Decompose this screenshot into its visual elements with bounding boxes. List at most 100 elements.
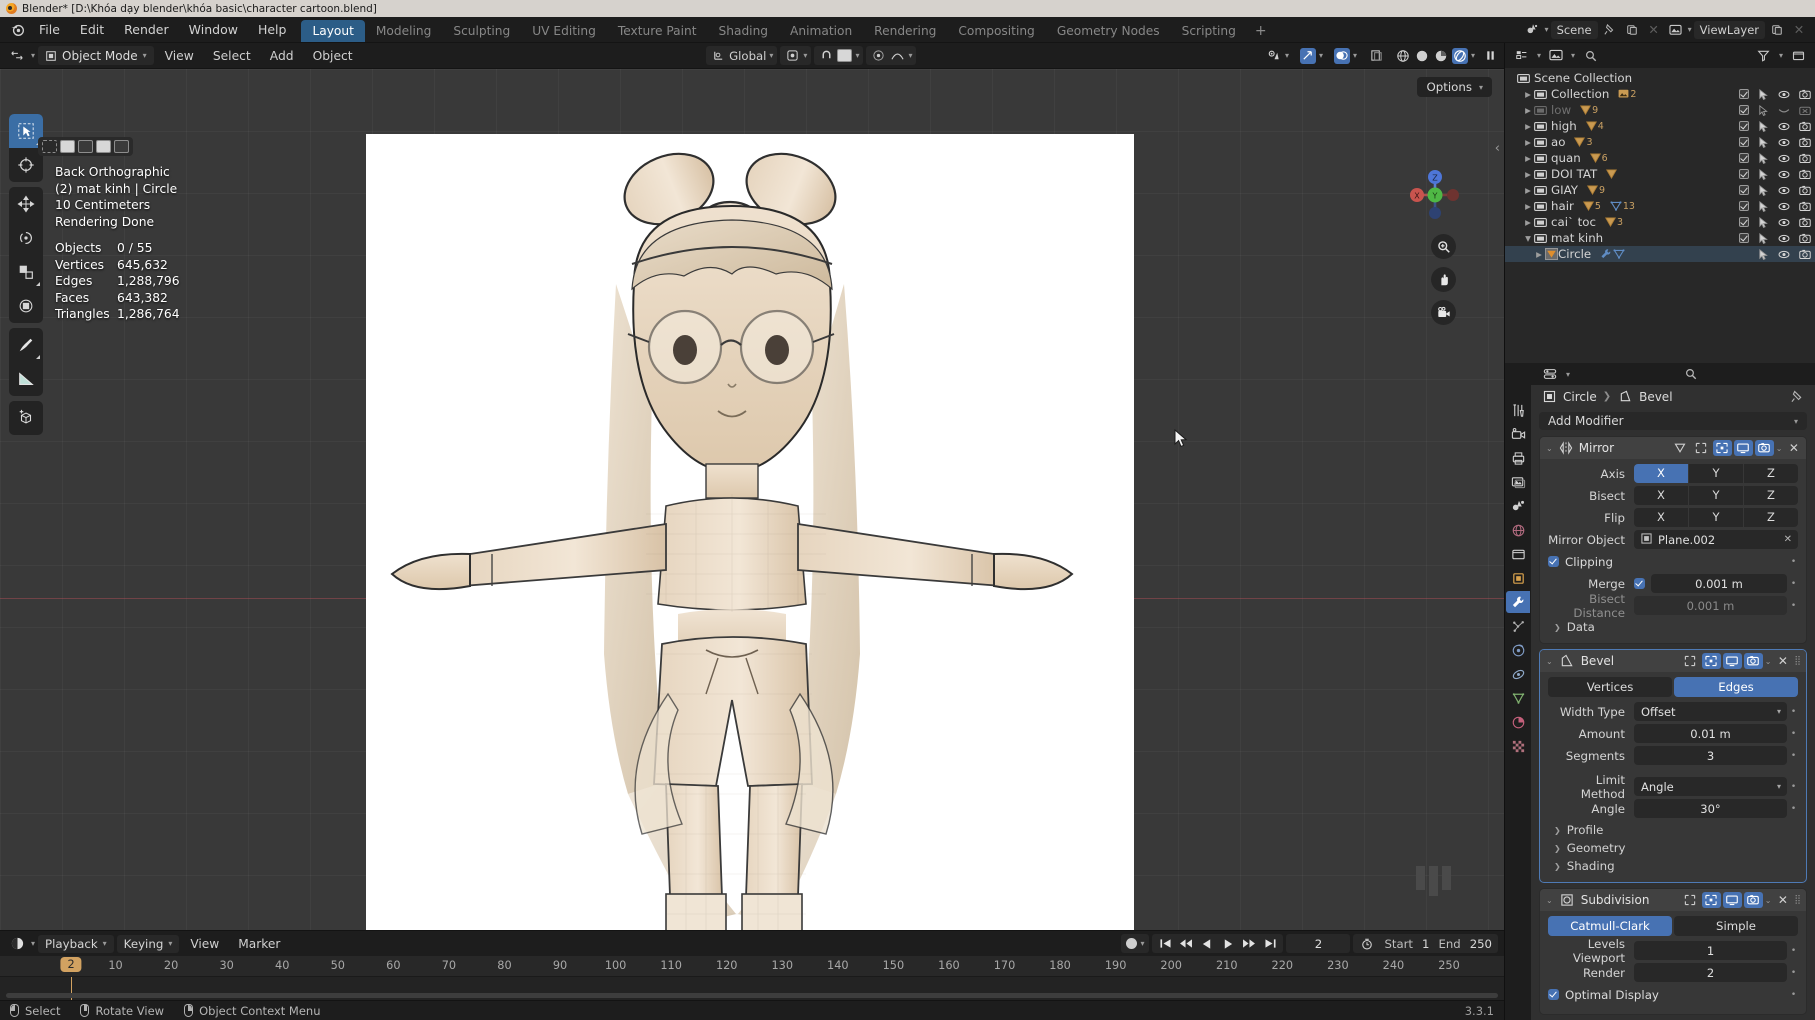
modifier-edit-mode-icon[interactable] — [1712, 440, 1732, 456]
current-frame-field[interactable]: 2 — [1286, 934, 1351, 953]
disable-in-render-icon[interactable] — [1799, 233, 1811, 244]
animate-property-dot[interactable]: • — [1789, 968, 1798, 978]
viewport-options-button[interactable]: Options ▾ — [1417, 77, 1492, 97]
mode-option[interactable]: Edges — [1674, 677, 1798, 697]
hide-in-viewport-icon[interactable] — [1778, 137, 1790, 148]
pan-view-icon[interactable] — [1431, 267, 1456, 292]
new-scene-icon[interactable] — [1622, 20, 1642, 40]
modifier-realtime-icon[interactable] — [1733, 440, 1753, 456]
modifier-render-icon[interactable] — [1743, 892, 1763, 908]
next-keyframe-button[interactable] — [1239, 935, 1259, 952]
tab-object[interactable] — [1506, 567, 1530, 589]
modifier-render-icon[interactable] — [1754, 440, 1774, 456]
exclude-checkbox[interactable] — [1739, 217, 1749, 227]
viewport-menu-view[interactable]: View — [157, 43, 202, 69]
viewlayer-browse-icon[interactable] — [1666, 20, 1686, 40]
interaction-mode-select[interactable]: Object Mode ▾ — [38, 46, 154, 65]
exclude-checkbox[interactable] — [1739, 153, 1749, 163]
expand-arrow[interactable]: ▶ — [1522, 170, 1534, 179]
property-value-field[interactable]: 30° — [1634, 799, 1787, 818]
modifier-extras-caret-icon[interactable]: ⌄ — [1765, 896, 1772, 905]
wireframe-shading-icon[interactable] — [1395, 48, 1411, 64]
disable-in-render-icon[interactable] — [1799, 137, 1811, 148]
outliner-row[interactable]: ▼ mat kinh — [1505, 230, 1815, 246]
modifier-render-icon[interactable] — [1743, 653, 1763, 669]
pin-scene-icon[interactable] — [1600, 20, 1620, 40]
axis-option[interactable]: Z — [1744, 508, 1798, 527]
keying-menu[interactable]: Keying ▾ — [116, 934, 180, 953]
viewlayer-caret-icon[interactable]: ▾ — [1688, 25, 1692, 34]
add-workspace-button[interactable]: + — [1247, 20, 1275, 42]
axis-option[interactable]: X — [1634, 508, 1688, 527]
selectable-icon[interactable] — [1758, 216, 1769, 228]
mode-option[interactable]: Catmull-Clark — [1548, 916, 1672, 936]
hide-in-viewport-icon[interactable] — [1778, 249, 1790, 260]
hide-in-viewport-icon[interactable] — [1778, 89, 1790, 100]
modifier-show-on-cage-icon[interactable] — [1692, 440, 1711, 456]
jump-to-end-button[interactable] — [1260, 935, 1280, 952]
rendered-shading-icon[interactable] — [1452, 47, 1468, 64]
show-overlays-icon[interactable] — [1333, 47, 1350, 64]
modifier-realtime-icon[interactable] — [1722, 892, 1742, 908]
selectable-icon[interactable] — [1758, 120, 1769, 132]
measure-tool[interactable] — [9, 362, 43, 396]
menu-render[interactable]: Render — [115, 17, 178, 43]
tab-constraints[interactable] — [1506, 663, 1530, 685]
animate-property-dot[interactable]: • — [1789, 804, 1798, 814]
tab-material[interactable] — [1506, 711, 1530, 733]
animate-property-dot[interactable]: • — [1789, 751, 1798, 761]
outliner-display-mode-icon[interactable] — [1545, 45, 1567, 67]
select-new-icon[interactable] — [42, 140, 57, 153]
tab-geometry-nodes[interactable]: Geometry Nodes — [1046, 20, 1171, 42]
animate-property-dot[interactable]: • — [1789, 946, 1798, 956]
select-invert-icon[interactable] — [96, 140, 111, 153]
property-dropdown[interactable]: Offset ▾ — [1634, 702, 1787, 721]
expand-arrow[interactable]: ▶ — [1522, 122, 1534, 131]
new-viewlayer-icon[interactable] — [1767, 20, 1787, 40]
modifier-name-field[interactable]: Mirror — [1579, 441, 1665, 455]
delete-scene-icon[interactable]: ✕ — [1644, 20, 1664, 40]
timeline-editor-type-icon[interactable] — [6, 933, 28, 955]
outliner-new-collection-icon[interactable] — [1787, 45, 1809, 67]
tab-uv-editing[interactable]: UV Editing — [521, 20, 607, 42]
sidebar-collapse-arrow-icon[interactable]: ‹ — [1495, 141, 1500, 156]
exclude-checkbox[interactable] — [1739, 201, 1749, 211]
overlay-toggle-group[interactable]: ▾ — [1330, 46, 1361, 65]
properties-editor-type-icon[interactable] — [1539, 363, 1561, 385]
object-picker-field[interactable]: Plane.002 ✕ — [1634, 530, 1798, 549]
hide-in-viewport-icon[interactable] — [1778, 233, 1790, 244]
selectable-icon[interactable] — [1758, 184, 1769, 196]
hide-in-viewport-icon[interactable] — [1778, 105, 1790, 116]
pause-render-icon[interactable] — [1482, 48, 1498, 64]
animate-property-dot[interactable]: • — [1789, 707, 1798, 717]
disable-in-render-icon[interactable] — [1799, 121, 1811, 132]
snap-pivot-select[interactable]: ▾ — [780, 46, 812, 65]
disable-in-render-icon[interactable] — [1799, 249, 1811, 260]
exclude-checkbox[interactable] — [1739, 105, 1749, 115]
exclude-checkbox[interactable] — [1739, 137, 1749, 147]
modifier-edit-mode-icon[interactable] — [1701, 892, 1721, 908]
transform-tool[interactable] — [9, 289, 43, 323]
properties-search-field[interactable] — [1575, 366, 1807, 383]
tab-compositing[interactable]: Compositing — [947, 20, 1045, 42]
modifier-edit-mode-icon[interactable] — [1701, 653, 1721, 669]
use-preview-range-icon[interactable] — [1359, 936, 1375, 952]
viewport-menu-select[interactable]: Select — [205, 43, 259, 69]
selectable-icon[interactable] — [1758, 168, 1769, 180]
playback-menu[interactable]: Playback ▾ — [38, 934, 114, 953]
breadcrumb-modifier-name[interactable]: Bevel — [1639, 390, 1672, 404]
xray-toggle[interactable] — [1364, 46, 1388, 65]
proportional-edit-controls[interactable]: ▾ — [866, 46, 917, 65]
frame-range-fields[interactable]: Start 1 End 250 — [1353, 934, 1498, 953]
scene-name-field[interactable]: Scene — [1550, 20, 1598, 39]
outliner-row[interactable]: ▶ hair 5 13 — [1505, 198, 1815, 214]
modifier-header[interactable]: ⌄ Subdivision ⌄ ✕ ⣿ — [1540, 889, 1806, 911]
outliner-display-caret-icon[interactable]: ▾ — [1571, 51, 1575, 60]
object-visibility-icon[interactable] — [1266, 48, 1282, 64]
disable-in-render-icon[interactable] — [1799, 185, 1811, 196]
axis-option[interactable]: Y — [1689, 508, 1743, 527]
tab-render[interactable] — [1506, 423, 1530, 445]
property-dropdown[interactable]: Angle ▾ — [1634, 777, 1787, 796]
outliner-row[interactable]: ▶ ao 3 — [1505, 134, 1815, 150]
modifier-expand-caret-icon[interactable]: ⌄ — [1546, 657, 1553, 666]
